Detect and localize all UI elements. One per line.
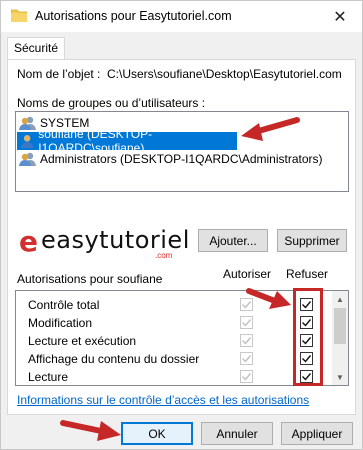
easytutoriel-logo: e easytutoriel .com: [19, 225, 194, 260]
groups-label: Noms de groupes ou d’utilisateurs :: [17, 96, 206, 110]
close-button[interactable]: ✕: [318, 1, 362, 32]
close-icon: ✕: [333, 8, 347, 26]
user-name: Administrators (DESKTOP-I1QARDC\Administ…: [40, 152, 323, 166]
users-group-icon: [19, 152, 36, 166]
object-name-label: Nom de l’objet :: [17, 67, 101, 81]
permission-name: Lecture: [28, 370, 69, 384]
tab-securite[interactable]: Sécurité: [7, 37, 65, 60]
list-item-soufiane[interactable]: soufiane (DESKTOP-I1QARDC\soufiane): [17, 127, 237, 155]
add-button[interactable]: Ajouter...: [198, 229, 268, 252]
allow-checkbox[interactable]: [240, 370, 253, 383]
window-title: Autorisations pour Easytutoriel.com: [35, 9, 232, 23]
scroll-up-icon[interactable]: ▲: [332, 291, 348, 307]
ok-button[interactable]: OK: [121, 422, 193, 445]
list-item-administrators[interactable]: Administrators (DESKTOP-I1QARDC\Administ…: [17, 150, 347, 168]
allow-header: Autoriser: [223, 267, 272, 281]
permissions-scrollbar[interactable]: ▲ ▼: [332, 291, 348, 385]
allow-checkbox[interactable]: [240, 316, 253, 329]
remove-button[interactable]: Supprimer: [277, 229, 347, 252]
permission-row: Modification: [16, 314, 334, 332]
annotation-highlight-deny: [293, 288, 323, 386]
annotation-arrow-deny: [246, 288, 291, 309]
permission-name: Affichage du contenu du dossier: [28, 352, 200, 366]
permission-row: Lecture et exécution: [16, 332, 334, 350]
access-control-info-link[interactable]: Informations sur le contrôle d’accès et …: [17, 393, 309, 407]
title-bar: Autorisations pour Easytutoriel.com ✕: [1, 1, 362, 32]
annotation-arrow-user: [241, 117, 300, 141]
permissions-dialog: Autorisations pour Easytutoriel.com ✕ Sé…: [0, 0, 363, 450]
allow-checkbox[interactable]: [240, 352, 253, 365]
permissions-label: Autorisations pour soufiane: [17, 272, 163, 286]
permission-row: Lecture: [16, 368, 334, 385]
user-icon: [20, 135, 34, 149]
permission-name: Lecture et exécution: [28, 334, 137, 348]
permission-name: Modification: [28, 316, 93, 330]
logo-dotcom: .com: [155, 251, 173, 260]
object-path: C:\Users\soufiane\Desktop\Easytutoriel.c…: [107, 67, 342, 81]
users-group-icon: [19, 116, 36, 130]
allow-checkbox[interactable]: [240, 334, 253, 347]
deny-header: Refuser: [286, 267, 329, 281]
annotation-arrow-ok: [60, 420, 121, 441]
cancel-button[interactable]: Annuler: [201, 422, 273, 445]
logo-e: e: [19, 225, 38, 258]
scroll-thumb[interactable]: [334, 308, 346, 344]
permission-name: Contrôle total: [28, 298, 100, 312]
permission-row: Affichage du contenu du dossier: [16, 350, 334, 368]
scroll-down-icon[interactable]: ▼: [332, 369, 348, 385]
folder-icon: [11, 9, 27, 22]
apply-button[interactable]: Appliquer: [281, 422, 353, 445]
